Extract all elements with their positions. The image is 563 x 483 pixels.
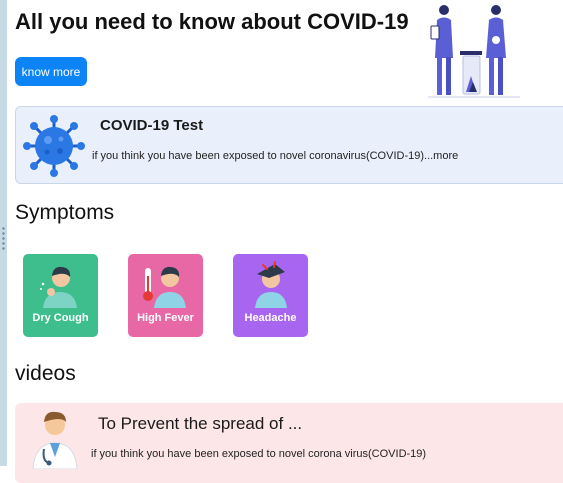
video-title: To Prevent the spread of ...	[98, 414, 303, 433]
video-card[interactable]: To Prevent the spread of ... if you thin…	[15, 403, 563, 483]
headache-person-icon	[255, 261, 287, 308]
symptoms-heading: Symptoms	[15, 201, 115, 224]
covid-test-title: COVID-19 Test	[100, 117, 204, 134]
doctor-icon	[32, 411, 78, 469]
know-more-button[interactable]: know more	[15, 57, 87, 86]
fever-thermometer-icon	[143, 266, 186, 308]
left-edge-rail	[0, 0, 7, 466]
symptom-card-high-fever[interactable]: High Fever	[128, 254, 203, 337]
cough-person-icon	[40, 266, 77, 308]
videos-heading: videos	[15, 362, 76, 385]
video-description: if you think you have been exposed to no…	[91, 448, 427, 460]
symptom-label: Headache	[244, 312, 297, 324]
symptom-label: High Fever	[137, 312, 194, 324]
covid-test-card[interactable]: COVID-19 Test if you think you have been…	[15, 106, 563, 184]
drag-handle-icon[interactable]	[2, 226, 5, 252]
symptom-label: Dry Cough	[32, 312, 89, 324]
coronavirus-icon	[23, 115, 85, 177]
symptom-card-headache[interactable]: Headache	[233, 254, 308, 337]
medical-staff-illustration-icon	[428, 5, 520, 98]
symptom-card-dry-cough[interactable]: Dry Cough	[23, 254, 98, 337]
page-title: All you need to know about COVID-19	[15, 9, 409, 34]
covid-test-description[interactable]: if you think you have been exposed to no…	[92, 150, 458, 162]
